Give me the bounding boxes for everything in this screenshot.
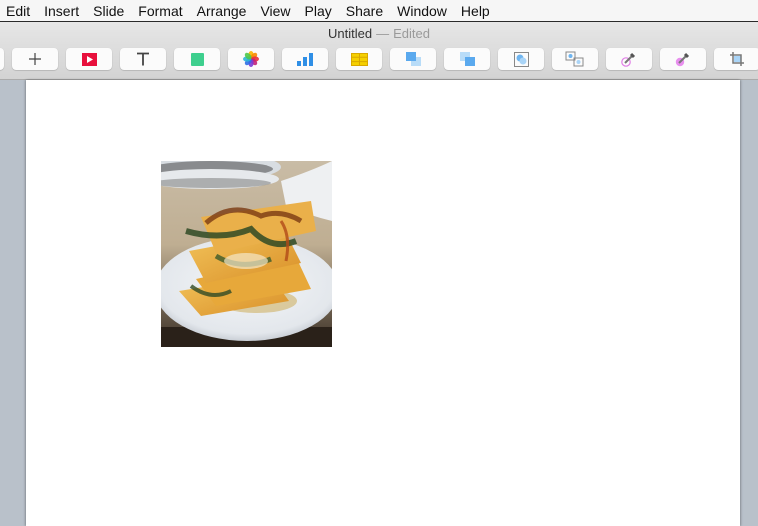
play-button[interactable] [66,48,112,70]
table-button[interactable] [336,48,382,70]
color-picker-button[interactable] [660,48,706,70]
group-button[interactable] [498,48,544,70]
plus-icon [28,52,42,66]
menu-window[interactable]: Window [390,0,454,22]
food-photo[interactable] [161,161,332,347]
toolbar: Untitled — Edited [0,22,758,80]
menu-insert[interactable]: Insert [37,0,86,22]
shape-button[interactable] [174,48,220,70]
shape-square-icon [190,52,204,66]
add-slide-button[interactable] [12,48,58,70]
group-icon [513,51,529,67]
chart-button[interactable] [282,48,328,70]
photos-icon [243,51,259,67]
send-back-icon [459,52,475,66]
bring-to-front-button[interactable] [390,48,436,70]
menu-play[interactable]: Play [298,0,339,22]
bring-front-icon [405,52,421,66]
media-button[interactable] [228,48,274,70]
menu-arrange[interactable]: Arrange [190,0,254,22]
menu-share[interactable]: Share [339,0,390,22]
slide[interactable] [26,80,740,526]
send-to-back-button[interactable] [444,48,490,70]
menu-bar: Edit Insert Slide Format Arrange View Pl… [0,0,758,22]
ungroup-button[interactable] [552,48,598,70]
document-status: Edited [393,26,430,41]
eyedropper-filled-icon [675,51,691,67]
table-icon [350,52,368,66]
menu-edit[interactable]: Edit [0,0,37,22]
document-name: Untitled [328,26,373,41]
ungroup-icon [565,51,585,67]
eyedropper-outline-icon [621,51,637,67]
crop-button[interactable] [714,48,758,70]
menu-format[interactable]: Format [131,0,189,22]
text-icon [136,52,150,66]
play-icon [81,52,97,66]
bar-chart-icon [297,52,313,66]
instant-alpha-button[interactable] [606,48,652,70]
title-separator: — [376,26,390,41]
window-title: Untitled — Edited [0,26,758,41]
menu-help[interactable]: Help [454,0,497,22]
text-button[interactable] [120,48,166,70]
menu-view[interactable]: View [253,0,297,22]
partial-button[interactable] [0,48,4,70]
menu-slide[interactable]: Slide [86,0,131,22]
crop-icon [729,51,745,67]
slide-canvas [0,80,758,526]
